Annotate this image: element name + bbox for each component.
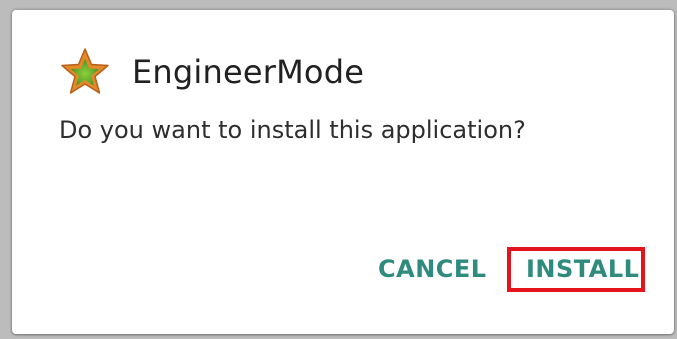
install-dialog: EngineerMode Do you want to install this… <box>12 10 674 334</box>
dialog-title-row: EngineerMode <box>60 44 364 100</box>
install-prompt-message: Do you want to install this application? <box>59 116 526 144</box>
cancel-button[interactable]: CANCEL <box>378 255 487 283</box>
star-icon <box>61 48 109 94</box>
app-name: EngineerMode <box>132 53 365 91</box>
install-button[interactable]: INSTALL <box>526 255 639 283</box>
